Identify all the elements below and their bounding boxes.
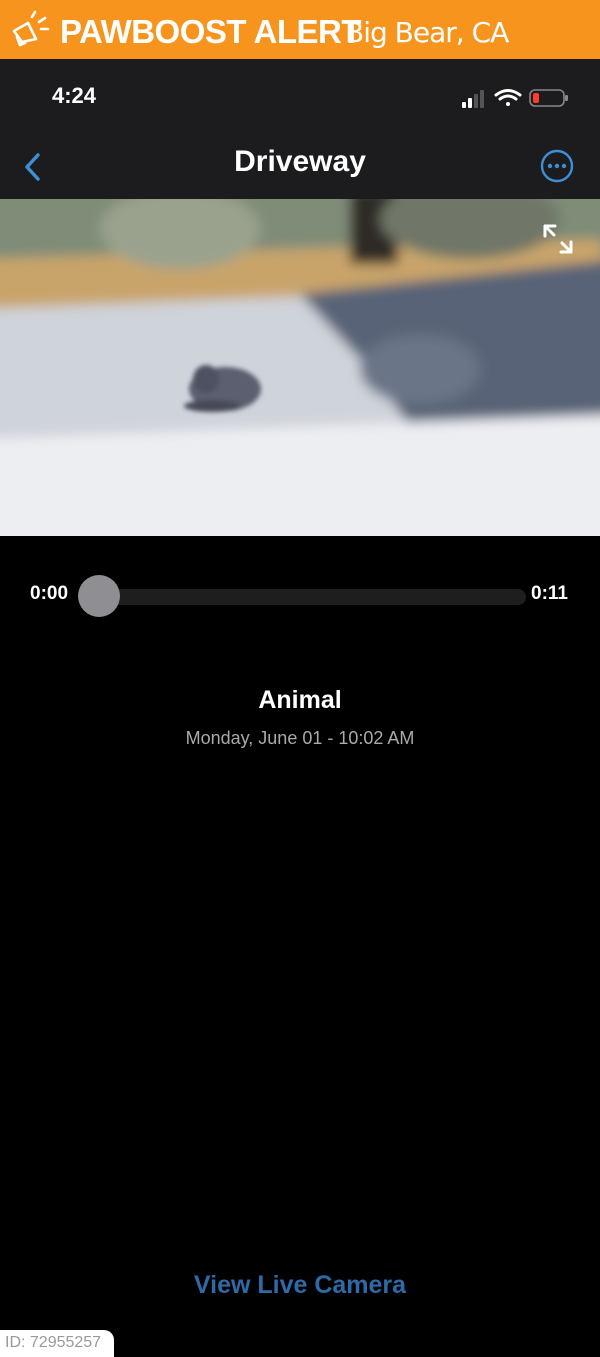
scrubber-knob[interactable]	[78, 575, 120, 617]
status-icons	[462, 89, 568, 108]
status-bar: 4:24	[0, 59, 600, 137]
brand-name: PAWBOOST ALERT	[60, 13, 362, 50]
signal-icon	[462, 90, 484, 108]
page-title: Driveway	[234, 145, 366, 178]
id-tag: ID: 72955257	[0, 1330, 114, 1357]
elapsed-time: 0:00	[30, 583, 69, 604]
view-live-camera-button[interactable]: View Live Camera	[0, 1271, 600, 1300]
id-label: ID: 72955257	[5, 1334, 102, 1351]
pawboost-banner: PAWBOOST ALERT Big Bear, CA	[0, 0, 600, 59]
video-frame	[0, 199, 600, 536]
phone-screen: 4:24 Driveway 0:00 0:11 Animal Monday, J…	[0, 59, 600, 1357]
playback-scrubber: 0:00 0:11	[0, 575, 600, 617]
megaphone-icon	[12, 10, 50, 47]
expand-arrows-icon[interactable]	[540, 221, 576, 257]
alert-location: Big Bear, CA	[345, 16, 509, 49]
nav-bar: Driveway	[0, 137, 600, 199]
duration-time: 0:11	[531, 583, 568, 604]
battery-low-icon	[529, 89, 568, 107]
event-title: Animal	[258, 686, 342, 714]
ellipsis-circle-icon[interactable]	[540, 149, 574, 183]
video-player[interactable]	[0, 199, 600, 536]
progress-track[interactable]	[84, 589, 526, 605]
wifi-icon	[494, 89, 522, 106]
clock: 4:24	[52, 83, 97, 108]
event-timestamp: Monday, June 01 - 10:02 AM	[185, 728, 415, 748]
